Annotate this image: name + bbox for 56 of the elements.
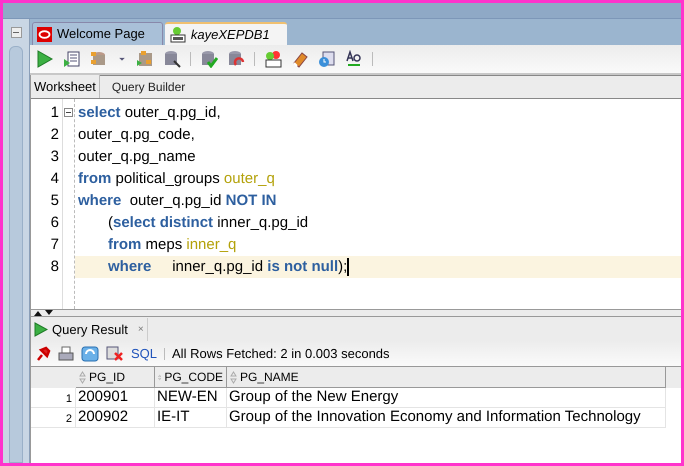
worksheet-tab[interactable]: Query Builder [100, 75, 198, 98]
database-sql-icon [168, 26, 186, 42]
editor-tab[interactable]: kayeXEPDB1 [164, 22, 287, 45]
code-line: outer_q.pg_code, [78, 125, 195, 145]
code-line: select outer_q.pg_id, [78, 103, 221, 123]
code-line: from political_groups outer_q [78, 169, 275, 189]
rollback-icon[interactable] [227, 50, 245, 68]
line-number: 8 [50, 257, 60, 277]
column-header[interactable]: PG_CODE [155, 367, 227, 388]
status-text: All Rows Fetched: 2 in 0.003 seconds [172, 344, 390, 363]
run-icon [34, 322, 48, 337]
minimize-icon[interactable] [10, 27, 22, 38]
line-number: 7 [50, 235, 60, 255]
sort-icon [79, 370, 86, 384]
code-line: (select distinct inner_q.pg_id [108, 213, 308, 233]
commit-icon[interactable] [200, 50, 218, 68]
tab-label: Query Result [52, 320, 128, 339]
line-number: 4 [50, 169, 60, 189]
printer-icon[interactable] [58, 346, 74, 362]
splitter-arrows-icon[interactable] [33, 310, 55, 316]
line-number: 3 [50, 147, 60, 167]
run-script-icon[interactable] [63, 50, 81, 68]
sort-icon [230, 370, 237, 384]
worksheet-tab[interactable]: Worksheet [31, 75, 100, 98]
table-cell: Group of the New Energy [227, 388, 666, 408]
row-number: 1 [31, 388, 76, 408]
delete-table-icon[interactable] [106, 346, 124, 362]
column-header[interactable]: PG_ID [76, 367, 155, 388]
table-cell: 200902 [76, 408, 155, 428]
text-cursor [347, 258, 350, 276]
line-number: 2 [50, 125, 60, 145]
table-cell: IE-IT [155, 408, 227, 428]
line-number: 6 [50, 213, 60, 233]
sql-link[interactable]: SQL [131, 344, 158, 364]
pin-icon[interactable] [35, 346, 51, 362]
close-icon[interactable]: × [138, 322, 144, 337]
table-cell: NEW-EN [155, 388, 227, 408]
column-header[interactable]: PG_NAME [227, 367, 666, 388]
refresh-icon[interactable] [81, 346, 99, 362]
scrollbar[interactable] [9, 46, 23, 463]
code-line: where inner_q.pg_id is not null); [108, 257, 348, 277]
editor-tab[interactable]: Welcome Page [32, 22, 163, 45]
text-case-icon[interactable] [345, 50, 363, 68]
code-line: from meps inner_q [108, 235, 236, 255]
eraser-icon[interactable] [291, 50, 309, 68]
code-line: outer_q.pg_name [78, 147, 196, 167]
row-number: 2 [31, 408, 76, 428]
line-number: 5 [50, 191, 60, 211]
fold-icon[interactable] [64, 108, 73, 117]
logo-icon [37, 26, 52, 42]
table-cell: Group of the Innovation Economy and Information Technology [227, 408, 666, 428]
code-line: where outer_q.pg_id NOT IN [78, 191, 276, 211]
line-number: 1 [50, 103, 60, 123]
clock-icon[interactable] [318, 50, 336, 68]
run-icon[interactable] [36, 50, 54, 68]
table-cell: 200901 [76, 388, 155, 408]
